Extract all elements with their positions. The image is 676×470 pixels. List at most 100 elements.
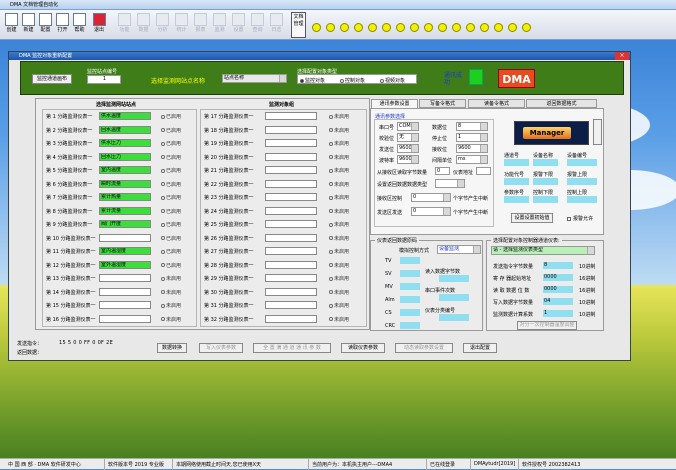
row-object-field[interactable]	[265, 314, 317, 323]
send-bit-select[interactable]: 9600	[397, 144, 419, 153]
row-object-field[interactable]	[265, 179, 317, 188]
row-object-field[interactable]: 瞬时流量	[99, 179, 151, 188]
toolbar-button-func[interactable]: 功能	[116, 12, 133, 38]
stop-bits-select[interactable]: 1	[456, 133, 488, 142]
meter-type-select[interactable]: 请 - 选择监测仪表类型	[491, 246, 595, 255]
channel-status-light[interactable]	[438, 23, 447, 32]
alarm-high-field[interactable]	[567, 178, 597, 185]
channel-status-light[interactable]	[466, 23, 475, 32]
manager-side-button[interactable]	[593, 119, 602, 145]
toolbar-button-open[interactable]: 打开	[54, 12, 71, 38]
row-status-radio[interactable]: 已启用	[161, 208, 181, 215]
row-status-radio[interactable]: 未启用	[329, 113, 349, 120]
channel-status-light[interactable]	[452, 23, 461, 32]
param-no-field[interactable]	[504, 196, 529, 203]
recv-ctrl-select[interactable]: 0	[411, 193, 451, 202]
row-object-field[interactable]: 累计流量	[99, 206, 151, 215]
row-status-radio[interactable]: 未启用	[329, 289, 349, 296]
row-object-field[interactable]: 供水温度	[99, 112, 151, 120]
row-object-field[interactable]	[265, 220, 317, 228]
radio-control-object[interactable]: 控制对象	[340, 77, 365, 84]
ctrl-high-field[interactable]	[567, 196, 597, 203]
row-object-field[interactable]	[265, 206, 317, 215]
baud-select[interactable]: 9600	[397, 155, 419, 164]
row-status-radio[interactable]: 未启用	[329, 127, 349, 134]
row-object-field[interactable]: 室外温湿度	[99, 260, 151, 269]
row-object-field[interactable]: 室内温度	[99, 166, 151, 174]
set-initial-button[interactable]: 设置设置初始值	[511, 213, 553, 223]
set-all-channels-button[interactable]: 全 置 满 通 道 通 讯 参 数	[253, 343, 331, 353]
row-status-radio[interactable]: 已启用	[161, 194, 181, 201]
row-status-radio[interactable]: 已启用	[161, 235, 181, 242]
cfg-coef-field[interactable]: 1	[543, 310, 573, 317]
row-status-radio[interactable]: 未启用	[329, 302, 349, 309]
row-object-field[interactable]: 回水温度	[99, 125, 151, 134]
row-status-radio[interactable]: 已启用	[161, 140, 181, 147]
cfg-write-bytes-field[interactable]: 04	[543, 298, 573, 305]
row-object-field[interactable]	[265, 166, 317, 174]
row-object-field[interactable]: 室内温湿度	[99, 247, 151, 255]
row-status-radio[interactable]: 已启用	[161, 167, 181, 174]
toolbar-button-log[interactable]: 日志	[268, 12, 285, 38]
exit-config-button[interactable]: 退出配置	[463, 343, 497, 353]
toolbar-button-data[interactable]: 数据	[135, 12, 152, 38]
row-object-field[interactable]	[265, 247, 317, 255]
radio-monitor-object[interactable]: 监控对象	[300, 77, 325, 84]
read-bytes-field[interactable]: 0	[435, 167, 450, 175]
row-status-radio[interactable]: 未启用	[329, 275, 349, 282]
toolbar-button-settings[interactable]: 设置	[230, 12, 247, 38]
device-name-field[interactable]	[533, 159, 558, 166]
tab-comm-params[interactable]: 通讯参数设置	[371, 99, 418, 108]
toolbar-button-exit[interactable]: 退出	[88, 12, 110, 38]
tab-write-format[interactable]: 写备令格式	[419, 99, 466, 108]
row-status-radio[interactable]: 未启用	[161, 302, 181, 309]
row-object-field[interactable]	[99, 287, 151, 296]
controller-adjust-button[interactable]: 对分一次控制器温度调整	[517, 321, 577, 330]
toolbar-button-stats[interactable]: 统计	[173, 12, 190, 38]
toolbar-button-monitor[interactable]: 监测	[211, 12, 228, 38]
sim-method-select[interactable]: 设备监测	[437, 245, 481, 254]
monitor-canvas-button[interactable]: 监控通道画布	[32, 74, 72, 84]
cfg-send-bytes-field[interactable]: 8	[543, 262, 573, 269]
row-status-radio[interactable]: 未启用	[329, 316, 349, 323]
row-status-radio[interactable]: 未启用	[329, 140, 349, 147]
alarm-low-field[interactable]	[533, 178, 558, 185]
recv-bit-select[interactable]: 9600	[456, 144, 488, 153]
channel-status-light[interactable]	[396, 23, 405, 32]
row-object-field[interactable]	[99, 274, 151, 282]
toolbar-button-query[interactable]: 查询	[249, 12, 266, 38]
channel-status-light[interactable]	[368, 23, 377, 32]
channel-status-light[interactable]	[494, 23, 503, 32]
row-status-radio[interactable]: 已启用	[161, 113, 181, 120]
send-ctrl-select[interactable]: 0	[411, 207, 451, 216]
cfg-reg-start-field[interactable]: 0000	[543, 274, 573, 281]
return-type-select[interactable]	[435, 179, 465, 188]
close-icon[interactable]: ×	[615, 52, 629, 60]
radio-video-object[interactable]: 视频对象	[380, 77, 405, 84]
channel-status-light[interactable]	[522, 23, 531, 32]
row-object-field[interactable]: 阀门开度	[99, 220, 151, 228]
toolbar-button-doc-manage[interactable]: 文档管理	[291, 12, 306, 38]
row-status-radio[interactable]: 未启用	[329, 194, 349, 201]
toolbar-button-analysis[interactable]: 分析	[154, 12, 171, 38]
meter-addr-field[interactable]	[476, 167, 491, 175]
row-status-radio[interactable]: 未启用	[329, 167, 349, 174]
row-object-field[interactable]	[265, 233, 317, 242]
row-object-field[interactable]	[99, 314, 151, 323]
row-object-field[interactable]	[99, 233, 151, 242]
row-status-radio[interactable]: 未启用	[161, 316, 181, 323]
row-object-field[interactable]	[265, 301, 317, 309]
toolbar-button-new[interactable]: 新建	[20, 12, 37, 38]
ctrl-low-field[interactable]	[533, 196, 558, 203]
toolbar-button-config[interactable]: 配置	[37, 12, 54, 38]
func-code-field[interactable]	[504, 178, 529, 185]
channel-status-light[interactable]	[326, 23, 335, 32]
station-no-field[interactable]: 1	[87, 75, 121, 84]
row-status-radio[interactable]: 未启用	[329, 208, 349, 215]
row-status-radio[interactable]: 已启用	[161, 127, 181, 134]
row-object-field[interactable]	[265, 152, 317, 161]
channel-status-light[interactable]	[382, 23, 391, 32]
row-status-radio[interactable]: 已启用	[161, 181, 181, 188]
row-status-radio[interactable]: 未启用	[329, 154, 349, 161]
row-object-field[interactable]	[265, 260, 317, 269]
